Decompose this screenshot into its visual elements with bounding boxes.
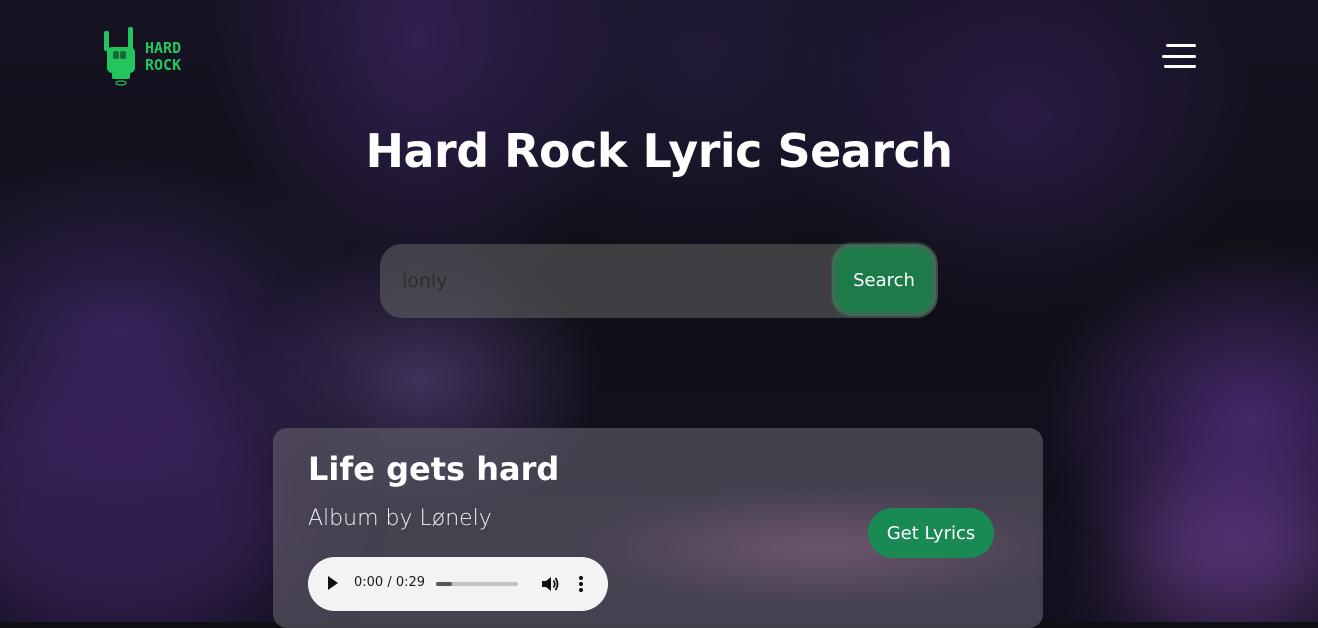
audio-time: 0:00 / 0:29 — [354, 575, 426, 590]
logo[interactable]: HARD ROCK — [101, 26, 193, 88]
get-lyrics-button[interactable]: Get Lyrics — [868, 508, 994, 558]
search-button[interactable]: Search — [832, 244, 936, 316]
result-card: Life gets hard Album by Lønely Get Lyric… — [273, 428, 1043, 628]
audio-player: 0:00 / 0:29 — [308, 557, 608, 611]
song-album: Album by Lønely — [308, 506, 492, 531]
play-icon[interactable] — [328, 576, 338, 590]
rock-hand-icon — [104, 27, 135, 86]
search-bar: Search — [380, 243, 938, 319]
page-title: Hard Rock Lyric Search — [365, 124, 953, 178]
volume-icon[interactable] — [540, 574, 560, 594]
logo-text: HARD ROCK — [145, 39, 182, 74]
audio-progress-bar[interactable] — [436, 582, 518, 586]
hamburger-menu-icon[interactable] — [1158, 42, 1196, 70]
more-options-icon[interactable] — [578, 574, 584, 594]
song-title: Life gets hard — [308, 450, 560, 488]
